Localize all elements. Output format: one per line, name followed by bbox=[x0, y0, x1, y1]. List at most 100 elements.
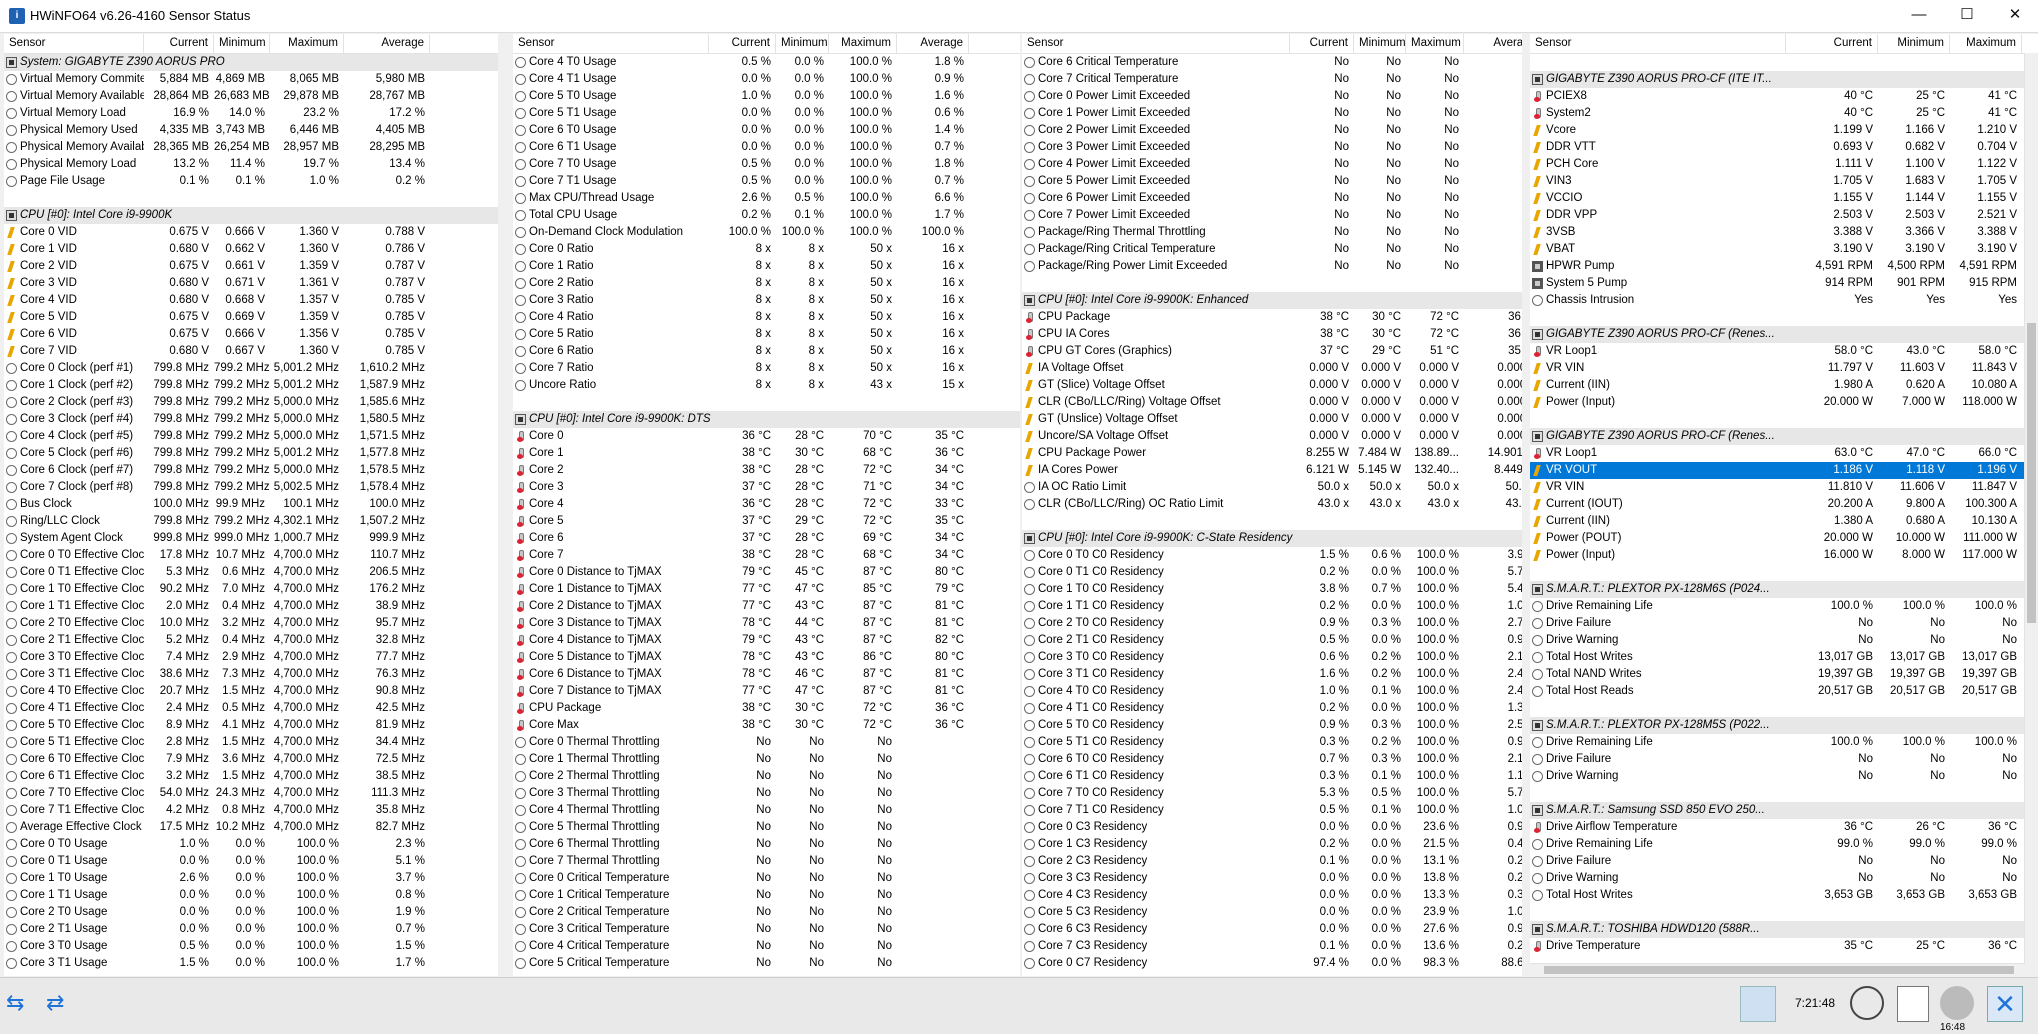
sensor-row[interactable]: Power (POUT) 20.000 W 10.000 W 111.000 W bbox=[1530, 530, 2025, 547]
sensor-row[interactable]: Core 3 T0 Usage 0.5 % 0.0 % 100.0 % 1.5 % bbox=[4, 938, 498, 955]
sensor-group-header[interactable]: CPU [#0]: Intel Core i9-9900K: C-State R… bbox=[1022, 530, 1522, 547]
settings-icon[interactable] bbox=[1940, 986, 1974, 1020]
sensor-row[interactable]: Core 3 Power Limit Exceeded No No No bbox=[1022, 139, 1522, 156]
column-header-current[interactable]: Current bbox=[144, 34, 214, 53]
sensor-row[interactable]: Drive Warning No No No bbox=[1530, 632, 2025, 649]
sensor-row[interactable]: IA OC Ratio Limit 50.0 x 50.0 x 50.0 x 50.0 … bbox=[1022, 479, 1522, 496]
sensor-row[interactable]: Core 1 Critical Temperature No No No bbox=[513, 887, 1020, 904]
sensor-row[interactable]: CLR (CBo/LLC/Ring) OC Ratio Limit 43.0 x 4… bbox=[1022, 496, 1522, 513]
sensor-row[interactable]: Core 7 T1 C0 Residency 0.5 % 0.1 % 100.0 % 1… bbox=[1022, 802, 1522, 819]
sensor-row[interactable]: Core 7 T0 Usage 0.5 % 0.0 % 100.0 % 1.8 % bbox=[513, 156, 1020, 173]
sensor-panel-3[interactable]: SensorCurrentMinimumMaximumAverageCore 6… bbox=[1022, 34, 1522, 976]
nav-arrows-right-left-icon[interactable]: ⇄ bbox=[46, 986, 64, 1020]
sensor-row[interactable]: Core 3 VID 0.680 V 0.671 V 1.361 V 0.787 V bbox=[4, 275, 498, 292]
column-header-current[interactable]: Current bbox=[1290, 34, 1354, 53]
sensor-row[interactable]: Core 7 38 °C 28 °C 68 °C 34 °C bbox=[513, 547, 1020, 564]
sensor-row[interactable]: VR Loop1 58.0 °C 43.0 °C 58.0 °C bbox=[1530, 343, 2025, 360]
sensor-row[interactable]: Physical Memory Used 4,335 MB 3,743 MB 6,44… bbox=[4, 122, 498, 139]
sensor-row[interactable]: Drive Warning No No No bbox=[1530, 768, 2025, 785]
sensor-row[interactable]: Core 0 C7 Residency 97.4 % 0.0 % 98.3 % 88.6… bbox=[1022, 955, 1522, 972]
sensor-row[interactable]: DDR VPP 2.503 V 2.503 V 2.521 V bbox=[1530, 207, 2025, 224]
sensor-row[interactable]: Core 1 T1 C0 Residency 0.2 % 0.0 % 100.0 % 1… bbox=[1022, 598, 1522, 615]
sensor-row[interactable]: Drive Remaining Life 99.0 % 99.0 % 99.0 % bbox=[1530, 836, 2025, 853]
sensor-row[interactable]: Core 2 Clock (perf #3) 799.8 MHz 799.2 MHz… bbox=[4, 394, 498, 411]
sensor-row[interactable]: Core 0 T0 Effective Clock 17.8 MHz 10.7 MH… bbox=[4, 547, 498, 564]
sensor-row[interactable]: Core 4 Clock (perf #5) 799.8 MHz 799.2 MHz… bbox=[4, 428, 498, 445]
sensor-row[interactable]: CPU IA Cores 38 °C 30 °C 72 °C 36 °C bbox=[1022, 326, 1522, 343]
sensor-row[interactable]: Core 0 T1 Effective Clock 5.3 MHz 0.6 MHz 4… bbox=[4, 564, 498, 581]
sensor-row[interactable]: Current (IOUT) 20.200 A 9.800 A 100.300 A bbox=[1530, 496, 2025, 513]
sensor-row[interactable]: VR VIN 11.810 V 11.606 V 11.847 V bbox=[1530, 479, 2025, 496]
sensor-row[interactable]: Core 4 T0 Effective Clock 20.7 MHz 1.5 MHz… bbox=[4, 683, 498, 700]
sensor-row[interactable]: Virtual Memory Commited 5,884 MB 4,869 MB 8… bbox=[4, 71, 498, 88]
sensor-row[interactable]: Core 4 36 °C 28 °C 72 °C 33 °C bbox=[513, 496, 1020, 513]
sensor-row[interactable]: Core 7 Clock (perf #8) 799.8 MHz 799.2 MHz… bbox=[4, 479, 498, 496]
sensor-row[interactable]: Core 2 T1 Usage 0.0 % 0.0 % 100.0 % 0.7 % bbox=[4, 921, 498, 938]
add-report-icon[interactable] bbox=[1897, 986, 1929, 1022]
sensor-row[interactable]: System 5 Pump 914 RPM 901 RPM 915 RPM bbox=[1530, 275, 2025, 292]
sensor-row[interactable]: Core 6 T0 Usage 0.0 % 0.0 % 100.0 % 1.4 % bbox=[513, 122, 1020, 139]
sensor-row[interactable]: Core 6 Ratio 8 x 8 x 50 x 16 x bbox=[513, 343, 1020, 360]
sensor-row[interactable]: Drive Failure No No No bbox=[1530, 751, 2025, 768]
sensor-row[interactable]: Core 3 T1 Usage 1.5 % 0.0 % 100.0 % 1.7 % bbox=[4, 955, 498, 972]
sensor-row[interactable]: Uncore/SA Voltage Offset 0.000 V 0.000 V 0.… bbox=[1022, 428, 1522, 445]
close-app-icon[interactable]: ✕ bbox=[1987, 986, 2023, 1022]
sensor-row[interactable]: Core 1 T1 Usage 0.0 % 0.0 % 100.0 % 0.8 % bbox=[4, 887, 498, 904]
sensor-panel-4[interactable]: Sensor Current Minimum Maximum GIGABYTE Z390… bbox=[1530, 34, 2038, 976]
sensor-row[interactable]: Core 3 T0 C0 Residency 0.6 % 0.2 % 100.0 % 2… bbox=[1022, 649, 1522, 666]
column-header-sensor[interactable]: Sensor bbox=[1530, 34, 1786, 53]
sensor-group-header[interactable]: CPU [#0]: Intel Core i9-9900K bbox=[4, 207, 498, 224]
column-header-sensor[interactable]: Sensor bbox=[4, 34, 144, 53]
sensor-row[interactable]: Core 4 Ratio 8 x 8 x 50 x 16 x bbox=[513, 309, 1020, 326]
scrollbar-thumb[interactable] bbox=[1544, 966, 2014, 974]
column-header-current[interactable]: Current bbox=[1786, 34, 1878, 53]
sensor-row[interactable]: Virtual Memory Load 16.9 % 14.0 % 23.2 % 17.… bbox=[4, 105, 498, 122]
sensor-row[interactable]: Core 1 Ratio 8 x 8 x 50 x 16 x bbox=[513, 258, 1020, 275]
sensor-row[interactable]: Core 0 T1 C0 Residency 0.2 % 0.0 % 100.0 % 5… bbox=[1022, 564, 1522, 581]
sensor-row[interactable]: Core 4 T1 Effective Clock 2.4 MHz 0.5 MHz 4… bbox=[4, 700, 498, 717]
sensor-row[interactable]: Core 3 C3 Residency 0.0 % 0.0 % 13.8 % 0.2 % bbox=[1022, 870, 1522, 887]
sensor-row[interactable]: Core 2 T0 Usage 0.0 % 0.0 % 100.0 % 1.9 % bbox=[4, 904, 498, 921]
sensor-row[interactable]: Core 3 Distance to TjMAX 78 °C 44 °C 87 °C 8… bbox=[513, 615, 1020, 632]
sensor-row[interactable]: Core 3 T1 Effective Clock 38.6 MHz 7.3 MHz… bbox=[4, 666, 498, 683]
sensor-row[interactable]: Drive Failure No No No bbox=[1530, 615, 2025, 632]
sensor-row[interactable]: Core 7 VID 0.680 V 0.667 V 1.360 V 0.785 V bbox=[4, 343, 498, 360]
sensor-row[interactable]: Core 0 36 °C 28 °C 70 °C 35 °C bbox=[513, 428, 1020, 445]
sensor-group-header[interactable]: GIGABYTE Z390 AORUS PRO-CF (Renes... bbox=[1530, 326, 2025, 343]
sensor-row[interactable]: Total Host Writes 13,017 GB 13,017 GB 13,01… bbox=[1530, 649, 2025, 666]
sensor-row[interactable]: Core 7 C3 Residency 0.1 % 0.0 % 13.6 % 0.2 % bbox=[1022, 938, 1522, 955]
sensor-row[interactable]: CPU Package 38 °C 30 °C 72 °C 36 °C bbox=[513, 700, 1020, 717]
sensor-row[interactable]: Package/Ring Power Limit Exceeded No No No bbox=[1022, 258, 1522, 275]
sensor-row[interactable]: Core 6 37 °C 28 °C 69 °C 34 °C bbox=[513, 530, 1020, 547]
sensor-row[interactable]: Uncore Ratio 8 x 8 x 43 x 15 x bbox=[513, 377, 1020, 394]
sensor-group-header[interactable]: S.M.A.R.T.: TOSHIBA HDWD120 (588R... bbox=[1530, 921, 2025, 938]
sensor-row[interactable]: Page File Usage 0.1 % 0.1 % 1.0 % 0.2 % bbox=[4, 173, 498, 190]
sensor-row[interactable]: On-Demand Clock Modulation 100.0 % 100.0 %… bbox=[513, 224, 1020, 241]
minimize-button[interactable]: — bbox=[1896, 0, 1942, 32]
sensor-row[interactable]: Core 1 Clock (perf #2) 799.8 MHz 799.2 MHz… bbox=[4, 377, 498, 394]
sensor-row[interactable]: Core 5 T1 Effective Clock 2.8 MHz 1.5 MHz 4… bbox=[4, 734, 498, 751]
sensor-row[interactable]: Average Effective Clock 17.5 MHz 10.2 MHz 4… bbox=[4, 819, 498, 836]
sensor-row[interactable]: Core 4 C3 Residency 0.0 % 0.0 % 13.3 % 0.3 % bbox=[1022, 887, 1522, 904]
sensor-row[interactable]: Core 7 Critical Temperature No No No bbox=[1022, 71, 1522, 88]
sensor-row[interactable]: Core 0 Thermal Throttling No No No bbox=[513, 734, 1020, 751]
sensor-row[interactable]: Core 1 T0 Usage 2.6 % 0.0 % 100.0 % 3.7 % bbox=[4, 870, 498, 887]
sensor-row[interactable]: Core 2 T0 Effective Clock 10.0 MHz 3.2 MHz… bbox=[4, 615, 498, 632]
sensor-row[interactable]: Core 3 Critical Temperature No No No bbox=[513, 921, 1020, 938]
vertical-scrollbar[interactable] bbox=[2024, 53, 2038, 976]
sensor-row[interactable]: Core 7 T0 C0 Residency 5.3 % 0.5 % 100.0 % 5… bbox=[1022, 785, 1522, 802]
sensor-row[interactable]: Package/Ring Thermal Throttling No No No bbox=[1022, 224, 1522, 241]
sensor-row[interactable]: CPU Package 38 °C 30 °C 72 °C 36 °C bbox=[1022, 309, 1522, 326]
sensor-row[interactable]: 3VSB 3.388 V 3.366 V 3.388 V bbox=[1530, 224, 2025, 241]
sensor-row[interactable]: IA Cores Power 6.121 W 5.145 W 132.40... 8.4… bbox=[1022, 462, 1522, 479]
sensor-row[interactable]: Core 4 Thermal Throttling No No No bbox=[513, 802, 1020, 819]
sensor-row[interactable]: Drive Remaining Life 100.0 % 100.0 % 100.0 … bbox=[1530, 734, 2025, 751]
sensor-row[interactable]: Drive Remaining Life 100.0 % 100.0 % 100.0 … bbox=[1530, 598, 2025, 615]
sensor-row[interactable]: PCH Core 1.111 V 1.100 V 1.122 V bbox=[1530, 156, 2025, 173]
sensor-row[interactable]: Core 0 VID 0.675 V 0.666 V 1.360 V 0.788 V bbox=[4, 224, 498, 241]
sensor-row[interactable]: Core 4 T1 Usage 0.0 % 0.0 % 100.0 % 0.9 % bbox=[513, 71, 1020, 88]
sensor-row[interactable]: System Agent Clock 999.8 MHz 999.0 MHz 1,00… bbox=[4, 530, 498, 547]
column-header-sensor[interactable]: Sensor bbox=[1022, 34, 1290, 53]
sensor-row[interactable]: Core 3 T0 Effective Clock 7.4 MHz 2.9 MHz 4… bbox=[4, 649, 498, 666]
sensor-row[interactable]: Core 1 Power Limit Exceeded No No No bbox=[1022, 105, 1522, 122]
